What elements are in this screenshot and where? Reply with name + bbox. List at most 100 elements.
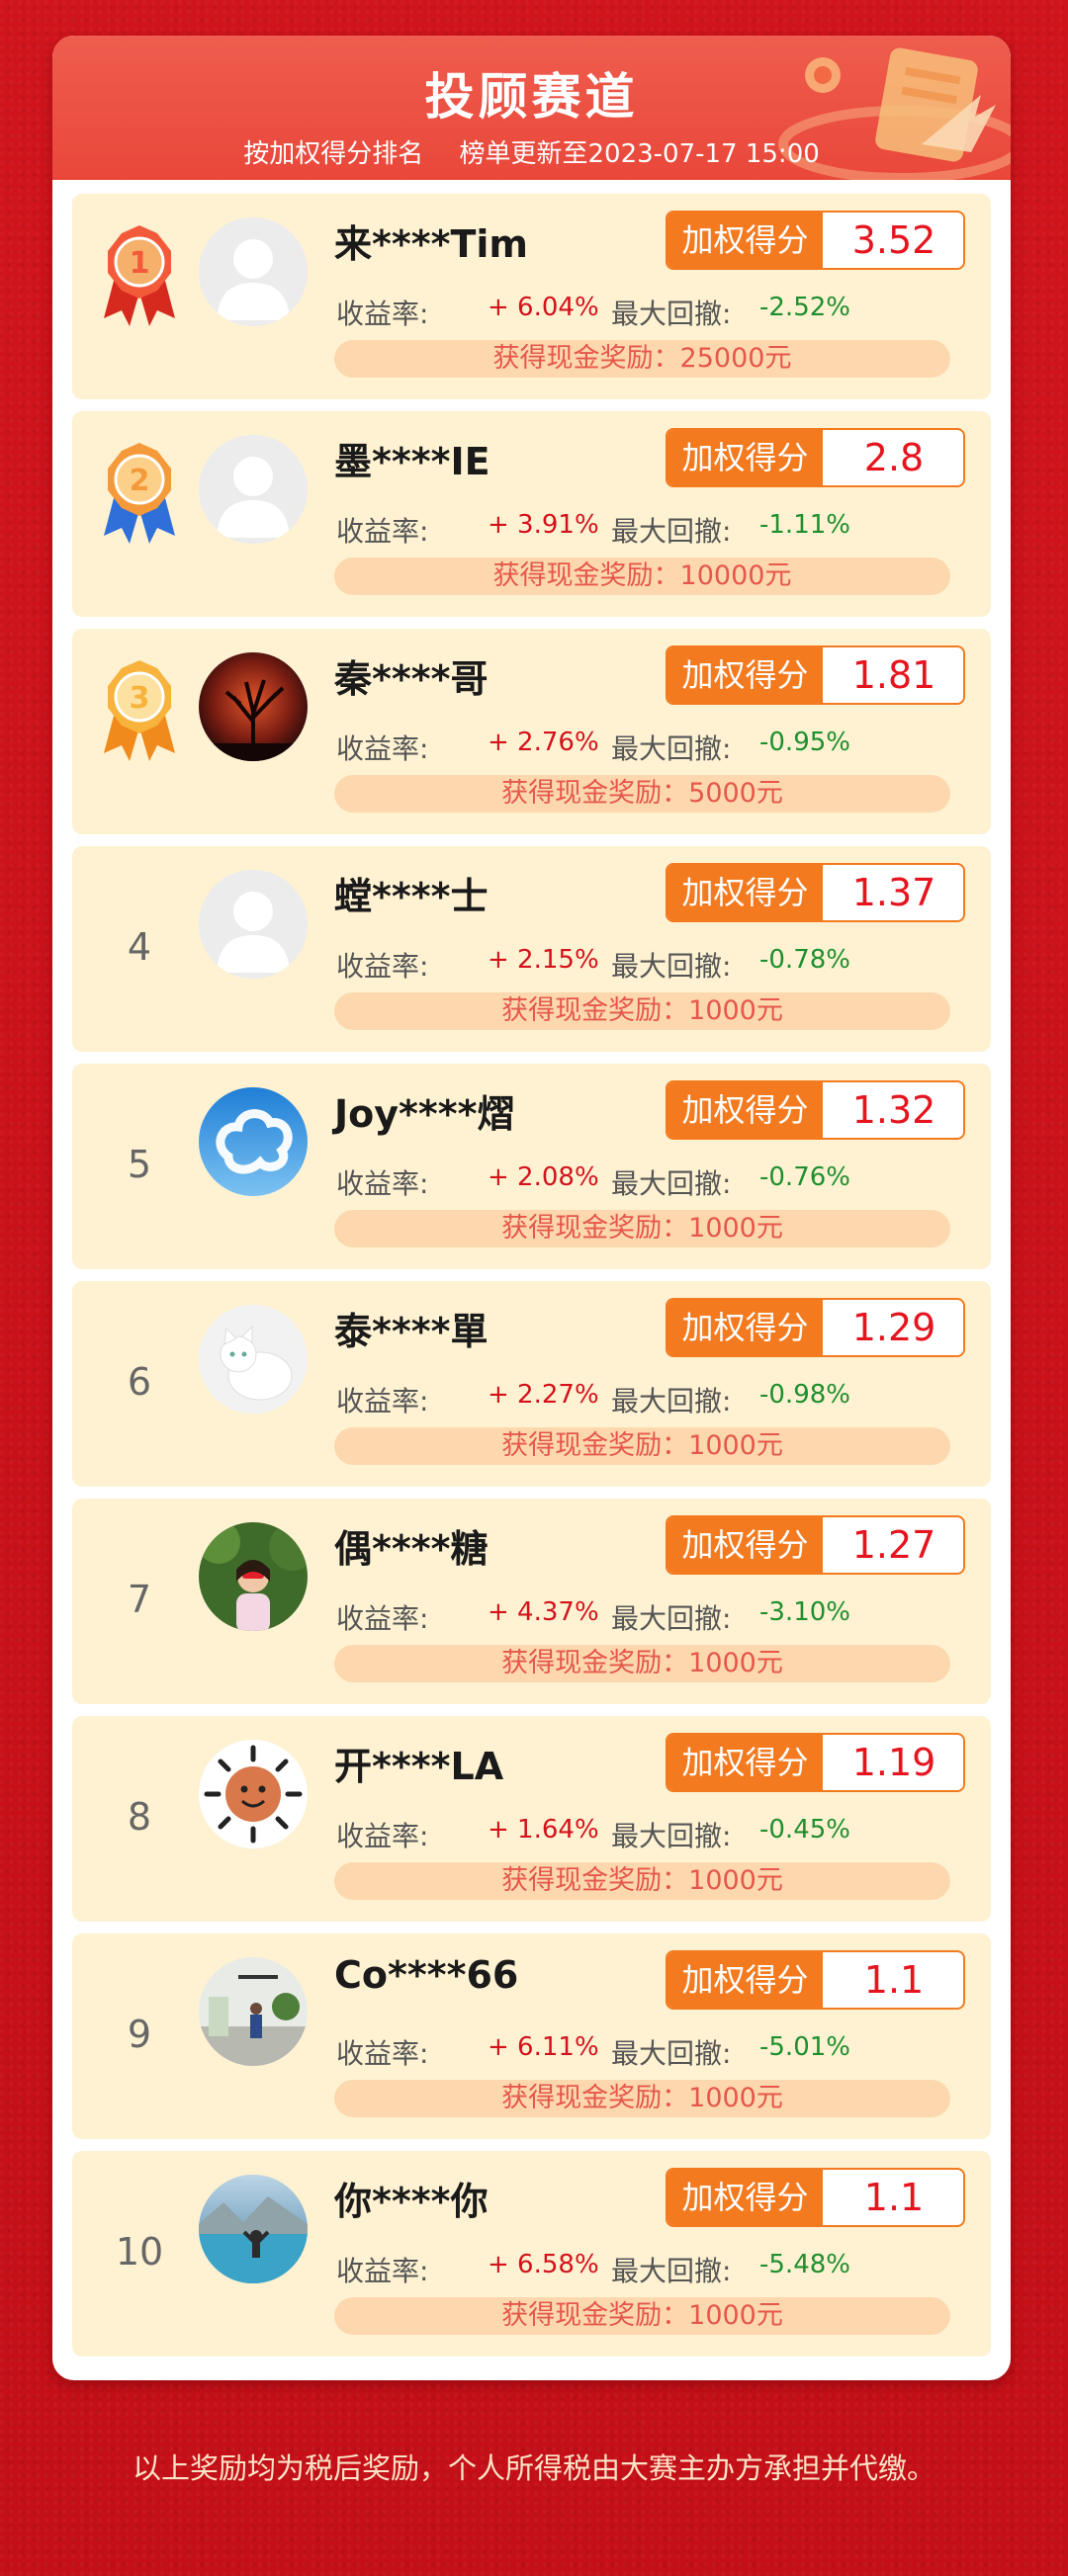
cash-reward-badge: 获得现金奖励：1000元	[334, 1210, 950, 1247]
ranking-row[interactable]: 6 泰****單 加权得分 1.29 收益率: + 2.27% 最大回撤: -0.98% 获得现…	[72, 1281, 991, 1487]
return-label: 收益率:	[336, 515, 429, 548]
page-title: 投顾赛道	[424, 68, 639, 126]
drawdown-value: -0.45%	[759, 1815, 850, 1845]
weighted-score-value: 1.1	[863, 2176, 925, 2219]
return-label: 收益率:	[336, 2037, 429, 2070]
cash-reward-badge: 获得现金奖励：1000元	[334, 1645, 950, 1682]
svg-text:1: 1	[130, 246, 150, 281]
user-name: 来****Tim	[334, 222, 529, 266]
drawdown-label: 最大回撤:	[611, 2037, 732, 2070]
user-name: 你****你	[334, 2180, 489, 2223]
weighted-score-box: 加权得分 1.32	[666, 1080, 965, 1140]
sun-face-avatar[interactable]	[199, 1740, 308, 1848]
return-value: + 6.11%	[488, 2032, 599, 2062]
weighted-score-value: 1.32	[851, 1088, 936, 1132]
leaderboard-header: 投顾赛道 按加权得分排名 榜单更新至2023-07-17 15:00	[52, 36, 1011, 180]
rank-rule-text: 按加权得分排名	[243, 139, 424, 169]
drawdown-label: 最大回撤:	[611, 515, 732, 548]
return-value: + 6.58%	[488, 2250, 599, 2279]
leaderboard-card: 投顾赛道 按加权得分排名 榜单更新至2023-07-17 15:00 1 来***…	[52, 36, 1011, 2380]
ranking-row[interactable]: 8 开****LA 加权得分 1.19 收益率: + 1.64% 最大回撤: -0.45% 获得…	[72, 1716, 991, 1922]
lake-person-avatar[interactable]	[199, 2175, 308, 2283]
ranking-row[interactable]: 5 Joy****熠 加权得分 1.32 收益率: + 2.08% 最大回撤: -0.76% 获…	[72, 1064, 991, 1269]
weighted-score-value: 1.37	[851, 871, 936, 914]
return-label: 收益率:	[336, 1602, 429, 1635]
tree-sunset-avatar[interactable]	[199, 652, 308, 761]
default-avatar[interactable]	[199, 435, 308, 544]
drawdown-label: 最大回撤:	[611, 1167, 732, 1200]
medal-rank-3-icon: 3	[100, 654, 179, 763]
user-name: 开****LA	[334, 1745, 504, 1788]
return-label: 收益率:	[336, 732, 429, 765]
weighted-score-value: 1.19	[851, 1741, 936, 1784]
drawdown-label: 最大回撤:	[611, 1820, 732, 1852]
weighted-score-value: 1.81	[851, 653, 936, 697]
weighted-score-value: 1.1	[863, 1958, 925, 2002]
weighted-score-label: 加权得分	[668, 1517, 823, 1573]
medal-rank-2-icon: 2	[100, 437, 179, 546]
cash-reward-badge: 获得现金奖励：5000元	[334, 775, 950, 813]
svg-text:3: 3	[130, 681, 150, 716]
header-subtitle: 按加权得分排名 榜单更新至2023-07-17 15:00	[52, 133, 1011, 170]
drawdown-value: -0.78%	[759, 945, 850, 975]
cash-reward-badge: 获得现金奖励：1000元	[334, 992, 950, 1030]
user-name: Co****66	[334, 1953, 519, 1997]
drawdown-value: -0.98%	[759, 1380, 850, 1410]
weighted-score-value: 1.27	[851, 1523, 936, 1567]
return-label: 收益率:	[336, 1820, 429, 1852]
svg-text:2: 2	[130, 464, 150, 498]
drawdown-label: 最大回撤:	[611, 1602, 732, 1635]
drawdown-value: -5.48%	[759, 2250, 850, 2279]
weighted-score-value: 3.52	[851, 218, 936, 262]
cash-reward-badge: 获得现金奖励：1000元	[334, 2297, 950, 2335]
drawdown-label: 最大回撤:	[611, 950, 732, 983]
ranking-row[interactable]: 4 螳****士 加权得分 1.37 收益率: + 2.15% 最大回撤: -0.78% 获得现…	[72, 846, 991, 1052]
ranking-row[interactable]: 10 你****你 加权得分 1.1 收益率: + 6.58% 最大回撤: -5.48% 获得现…	[72, 2151, 991, 2357]
weighted-score-box: 加权得分 1.1	[666, 1950, 965, 2010]
weighted-score-value: 2.8	[863, 436, 925, 479]
return-label: 收益率:	[336, 298, 429, 330]
return-value: + 2.15%	[488, 945, 599, 975]
ranking-row[interactable]: 7 偶****糖 加权得分 1.27 收益率: + 4.37% 最大回撤: -3.10% 获得现…	[72, 1499, 991, 1704]
white-cat-avatar[interactable]	[199, 1305, 308, 1414]
weighted-score-box: 加权得分 1.37	[666, 863, 965, 922]
user-name: 秦****哥	[334, 657, 489, 701]
user-name: 螳****士	[334, 875, 489, 918]
weighted-score-label: 加权得分	[668, 213, 823, 268]
girl-tree-avatar[interactable]	[199, 1522, 308, 1631]
cash-reward-badge: 获得现金奖励：1000元	[334, 2080, 950, 2117]
drawdown-label: 最大回撤:	[611, 1385, 732, 1417]
ranking-row[interactable]: 1 来****Tim 加权得分 3.52 收益率: + 6.04% 最大回撤: -2.52% 获…	[72, 194, 991, 399]
ranking-row[interactable]: 3 秦****哥 加权得分 1.81 收益率: + 2.76% 最大回撤: -0.95% 获得现…	[72, 629, 991, 834]
rank-number: 5	[127, 1143, 152, 1186]
ranking-row[interactable]: 2 墨****IE 加权得分 2.8 收益率: + 3.91% 最大回撤: -1.11% 获得现…	[72, 411, 991, 617]
user-name: 墨****IE	[334, 440, 490, 483]
cash-reward-badge: 获得现金奖励：10000元	[334, 558, 950, 595]
return-label: 收益率:	[336, 1167, 429, 1200]
weighted-score-label: 加权得分	[668, 647, 823, 703]
weighted-score-label: 加权得分	[668, 1082, 823, 1138]
ranking-row[interactable]: 9 Co****66 加权得分 1.1 收益率: + 6.11% 最大回撤: -5.01% 获得…	[72, 1933, 991, 2139]
weighted-score-label: 加权得分	[668, 1952, 823, 2008]
drawdown-label: 最大回撤:	[611, 298, 732, 330]
footer-note: 以上奖励均为税后奖励，个人所得税由大赛主办方承担并代缴。	[132, 2451, 935, 2485]
weighted-score-box: 加权得分 1.81	[666, 645, 965, 705]
weighted-score-label: 加权得分	[668, 1300, 823, 1355]
default-avatar[interactable]	[199, 217, 308, 326]
user-name: 偶****糖	[334, 1527, 489, 1571]
default-avatar[interactable]	[199, 870, 308, 979]
return-value: + 4.37%	[488, 1597, 599, 1627]
drawdown-value: -0.76%	[759, 1162, 850, 1192]
rank-number: 8	[127, 1795, 152, 1839]
weighted-score-label: 加权得分	[668, 430, 823, 485]
update-time-text: 榜单更新至2023-07-17 15:00	[459, 139, 820, 169]
user-name: Joy****熠	[334, 1092, 515, 1136]
return-label: 收益率:	[336, 950, 429, 983]
cloud-sky-avatar[interactable]	[199, 1087, 308, 1196]
return-value: + 1.64%	[488, 1815, 599, 1845]
drawdown-value: -5.01%	[759, 2032, 850, 2062]
medal-rank-1-icon: 1	[100, 219, 179, 328]
return-label: 收益率:	[336, 1385, 429, 1417]
room-person-avatar[interactable]	[199, 1957, 308, 2066]
user-name: 泰****單	[334, 1310, 489, 1353]
